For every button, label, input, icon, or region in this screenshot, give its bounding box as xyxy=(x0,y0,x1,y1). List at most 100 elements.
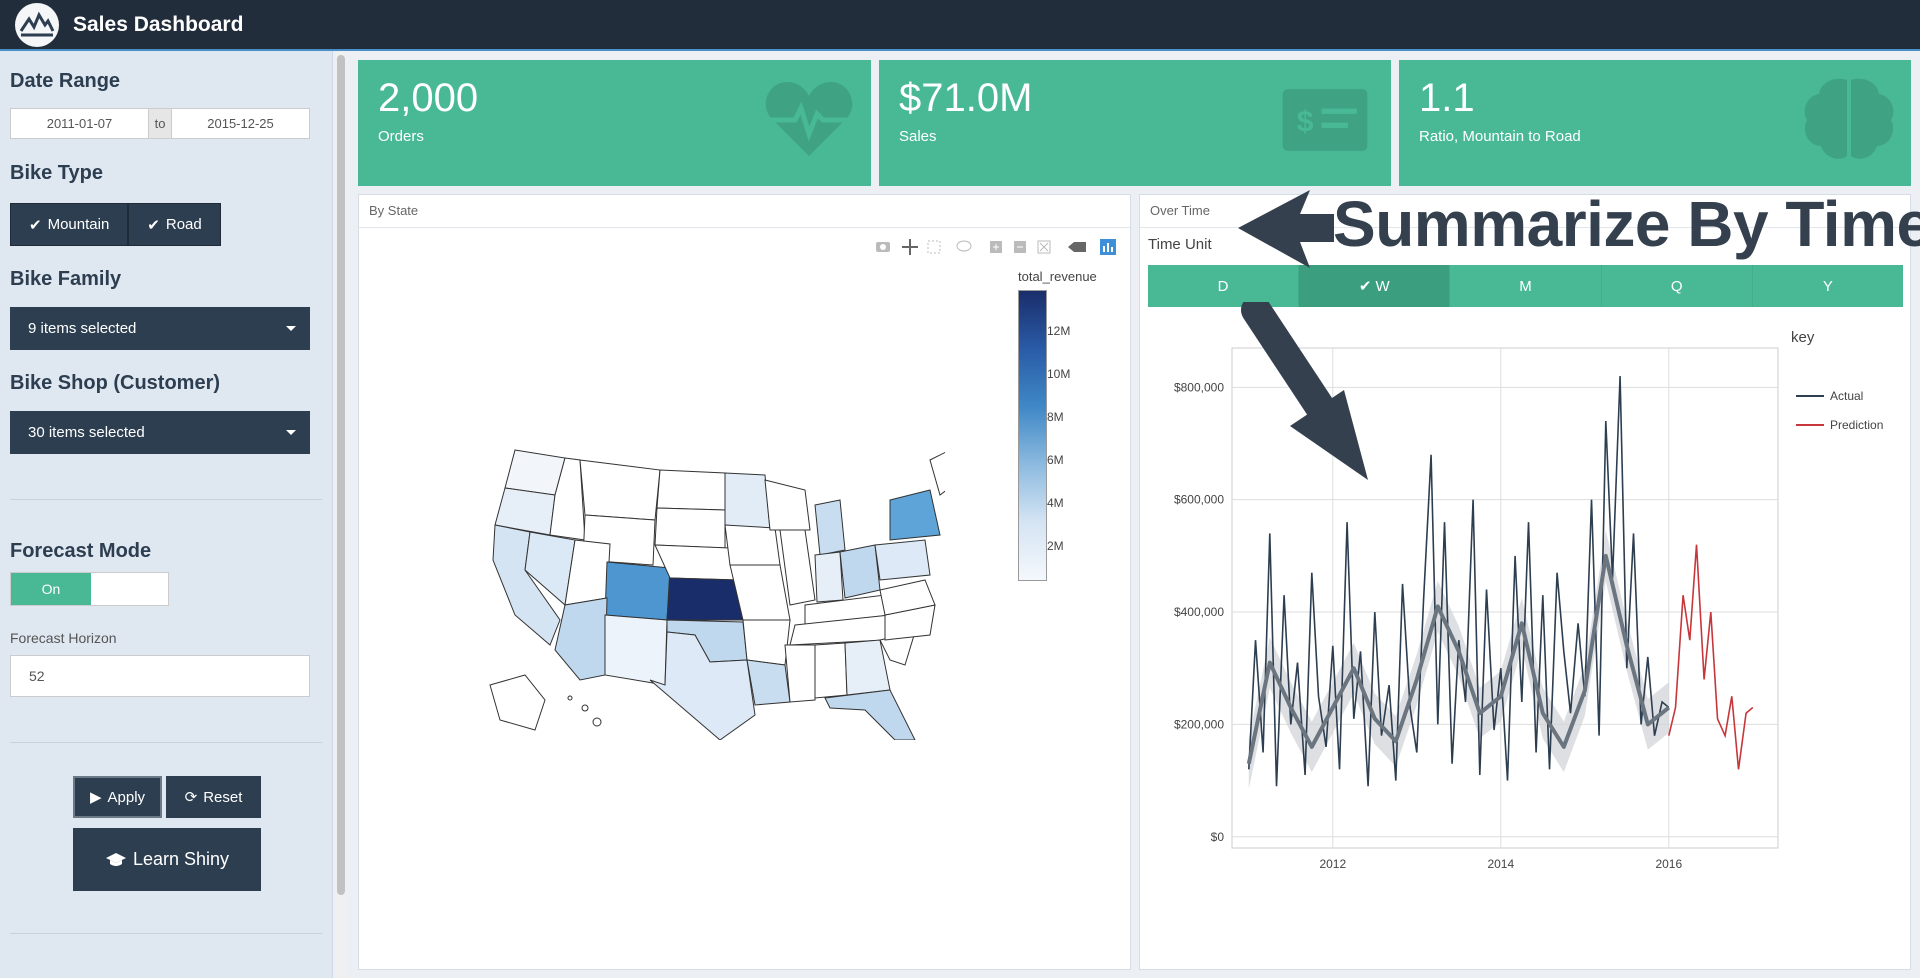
money-bill-icon: $ xyxy=(1282,89,1368,151)
apply-button[interactable]: ▶ Apply xyxy=(73,776,162,818)
zoom-out-icon[interactable] xyxy=(1014,241,1026,253)
by-state-title: By State xyxy=(369,203,419,218)
colorbar-title: total_revenue xyxy=(1018,269,1097,284)
legend-entry: Prediction xyxy=(1830,418,1883,432)
y-tick-label: $400,000 xyxy=(1174,605,1224,619)
state-maine xyxy=(929,451,945,496)
us-choropleth-map[interactable] xyxy=(485,440,945,740)
check-icon: ✔ xyxy=(29,216,42,234)
pan-icon[interactable] xyxy=(902,239,918,255)
forecast-mode-switch[interactable]: On xyxy=(10,572,169,606)
bike-shop-select[interactable]: 30 items selected xyxy=(10,411,310,454)
camera-icon[interactable] xyxy=(876,242,890,252)
state-arizona xyxy=(554,597,608,681)
bike-family-select[interactable]: 9 items selected xyxy=(10,307,310,350)
reset-label: Reset xyxy=(203,788,243,806)
svg-text:$: $ xyxy=(1297,105,1314,138)
time-unit-year-label: Y xyxy=(1822,277,1833,295)
state-louisiana xyxy=(746,659,791,706)
y-tick-label: $800,000 xyxy=(1174,380,1224,394)
y-tick-label: $0 xyxy=(1211,830,1225,844)
forecast-horizon-label: Forecast Horizon xyxy=(10,630,117,646)
time-unit-day-label: D xyxy=(1217,277,1229,295)
mountain-logo-icon xyxy=(19,11,55,36)
bike-type-label: Bike Type xyxy=(10,162,103,184)
x-tick-label: 2014 xyxy=(1487,857,1514,871)
heartbeat-icon xyxy=(765,82,853,156)
forecast-horizon-input[interactable]: 52 xyxy=(10,655,310,697)
time-unit-quarter[interactable]: Q xyxy=(1602,265,1753,307)
sales-caption: Sales xyxy=(899,128,937,145)
bike-type-road-button[interactable]: ✔ Road xyxy=(128,203,221,246)
state-arkansas xyxy=(742,619,791,666)
state-ohio xyxy=(839,544,881,599)
state-wisconsin xyxy=(764,479,811,531)
hover-icon[interactable] xyxy=(1068,242,1086,252)
date-range-label: Date Range xyxy=(10,70,121,92)
map-modebar xyxy=(876,239,1116,255)
bike-type-mountain-label: Mountain xyxy=(47,216,110,233)
sidebar-divider xyxy=(10,742,322,743)
sidebar-divider xyxy=(10,499,322,500)
date-start-input[interactable]: 2011-01-07 xyxy=(11,109,148,138)
state-georgia xyxy=(844,639,891,696)
legend-entry: Actual xyxy=(1830,389,1863,403)
state-montana xyxy=(579,459,661,521)
orders-value-box: 2,000 Orders xyxy=(358,60,871,186)
sidebar-divider xyxy=(10,933,322,934)
bike-type-road-label: Road xyxy=(165,216,202,233)
bike-type-mountain-button[interactable]: ✔ Mountain xyxy=(10,203,129,246)
plotly-logo-icon[interactable] xyxy=(1100,239,1116,255)
check-icon: ✔ xyxy=(1358,278,1372,295)
colorbar-tick: 2M xyxy=(1047,539,1064,553)
time-unit-month[interactable]: M xyxy=(1450,265,1602,307)
state-florida xyxy=(824,689,916,740)
time-unit-label: Time Unit xyxy=(1148,236,1212,253)
ratio-value-box: 1.1 Ratio, Mountain to Road xyxy=(1399,60,1911,186)
colorbar xyxy=(1018,290,1047,581)
legend-title: key xyxy=(1791,329,1815,346)
bike-shop-value: 30 items selected xyxy=(28,424,145,441)
graduation-cap-icon xyxy=(105,852,126,866)
sidebar-scrollbar-thumb[interactable] xyxy=(337,55,345,895)
bike-shop-label: Bike Shop (Customer) xyxy=(10,372,221,394)
box-select-icon[interactable] xyxy=(927,240,941,254)
y-tick-label: $600,000 xyxy=(1174,493,1224,507)
apply-label: Apply xyxy=(107,788,146,806)
bike-type-group: ✔ Mountain ✔ Road xyxy=(10,203,221,246)
forecast-mode-on-label: On xyxy=(11,573,91,605)
lasso-icon[interactable] xyxy=(956,240,972,252)
orders-value: 2,000 xyxy=(378,76,479,120)
refresh-icon: ⟳ xyxy=(184,789,198,806)
zoom-in-icon[interactable] xyxy=(990,241,1002,253)
colorbar-tick: 10M xyxy=(1047,367,1071,381)
caret-down-icon xyxy=(286,326,296,331)
sales-value-box: $71.0M Sales $ xyxy=(879,60,1391,186)
date-end-input[interactable]: 2015-12-25 xyxy=(172,109,309,138)
play-icon: ▶ xyxy=(89,789,102,806)
date-range-input: 2011-01-07 to 2015-12-25 xyxy=(10,108,310,139)
ratio-value: 1.1 xyxy=(1419,76,1475,120)
top-navbar: Sales Dashboard xyxy=(0,0,1920,51)
colorbar-tick: 12M xyxy=(1047,324,1071,338)
caret-down-icon xyxy=(286,430,296,435)
time-unit-quarter-label: Q xyxy=(1670,277,1683,295)
state-alaska xyxy=(489,674,546,731)
bike-family-label: Bike Family xyxy=(10,268,122,290)
over-time-title: Over Time xyxy=(1150,203,1210,218)
learn-shiny-button[interactable]: Learn Shiny xyxy=(73,828,261,891)
autoscale-icon[interactable] xyxy=(1037,240,1051,254)
time-unit-month-label: M xyxy=(1519,277,1532,295)
state-michigan xyxy=(814,499,846,556)
colorbar-tick: 6M xyxy=(1047,453,1064,467)
bike-family-value: 9 items selected xyxy=(28,320,137,337)
app-logo xyxy=(15,2,59,47)
state-colorado xyxy=(604,561,671,621)
reset-button[interactable]: ⟳ Reset xyxy=(166,776,261,818)
annotation-left-arrow xyxy=(1238,190,1334,268)
legend: key Actual Prediction xyxy=(1791,329,1883,432)
time-unit-year[interactable]: Y xyxy=(1753,265,1903,307)
annotation-down-arrow xyxy=(1241,302,1368,480)
state-iowa xyxy=(724,524,781,566)
orders-caption: Orders xyxy=(378,128,424,145)
